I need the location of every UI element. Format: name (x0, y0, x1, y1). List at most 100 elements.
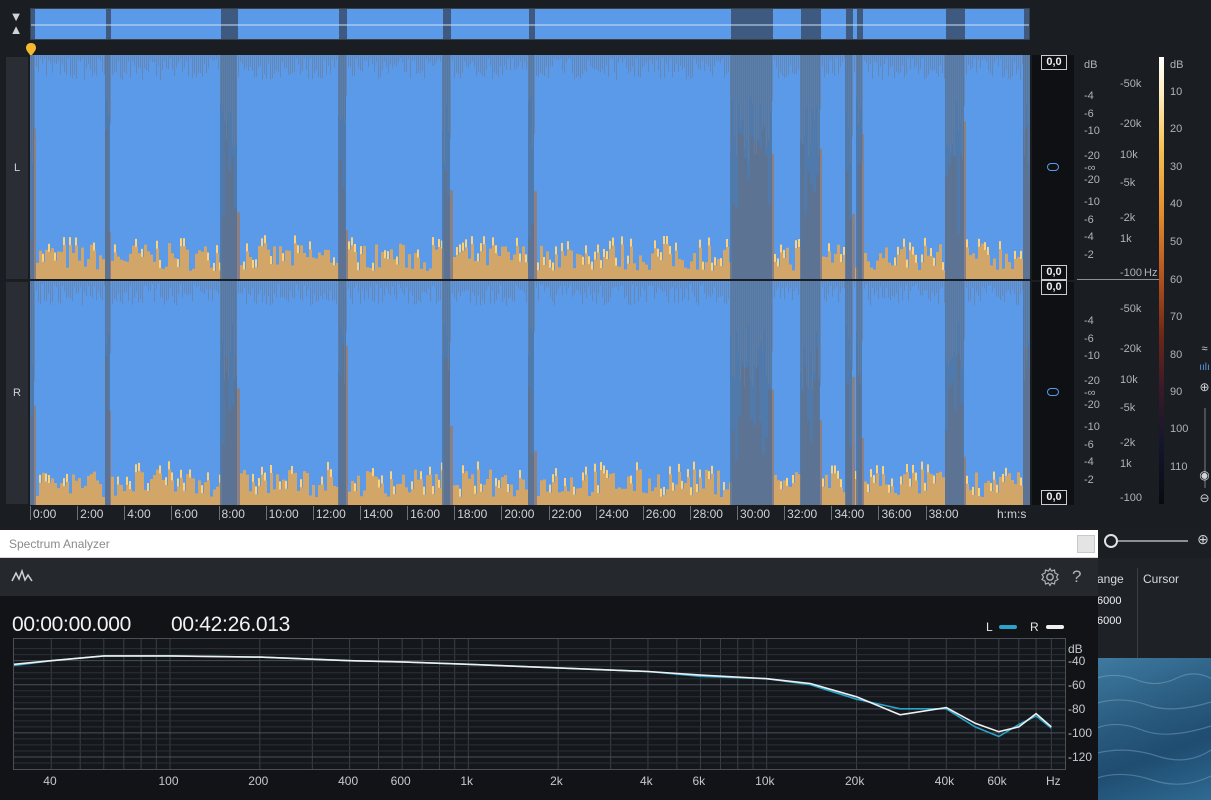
timeline-tick (784, 506, 786, 520)
amp-knob-right[interactable] (1047, 388, 1059, 396)
amp-badge: 0,0 (1041, 490, 1067, 505)
range-value: 6000 (1097, 595, 1122, 607)
db-tick-label: -100 (1068, 725, 1093, 740)
h-zoom-track[interactable] (1118, 540, 1188, 542)
timeline-tick (218, 506, 220, 520)
timeline-tick (642, 506, 644, 520)
zoom-fit-icon[interactable]: ≈ (1198, 343, 1211, 355)
timeline-label: 0:00 (33, 507, 57, 521)
timeline-tick (312, 506, 314, 520)
channel-divider (1077, 279, 1159, 280)
timeline-tick (77, 506, 79, 520)
range-value: 6000 (1097, 615, 1122, 627)
hz-tick-label: 60k (987, 774, 1007, 788)
spectrum-toolbar: ? (0, 558, 1098, 596)
timeline-tick (407, 506, 409, 520)
hz-tick-label: 200 (248, 774, 269, 788)
timeline-tick (737, 506, 739, 520)
timeline-label: 4:00 (127, 507, 151, 521)
timeline-label: 16:00 (410, 507, 441, 521)
timeline-ruler[interactable]: 0:00 2:00 4:00 6:00 8:00 10:00 12:00 14:00 16:00… (30, 506, 1030, 524)
zoom-in-icon[interactable]: ⊕ (1198, 380, 1211, 394)
channel-tab-left[interactable]: L (6, 57, 28, 279)
hz-tick-label: 4k (639, 774, 653, 788)
spectrogram-editor: ▼ ▲ L R 0,0 0,0 0,0 0,0 dB -4 -6 -10 -20 … (0, 0, 1211, 548)
amp-badge: 0,0 (1041, 55, 1067, 70)
timeline-tick (595, 506, 597, 520)
spectrogram-view[interactable] (30, 55, 1030, 505)
timeline-tick (925, 506, 927, 520)
overview-waveform (31, 9, 1029, 39)
hz-tick-label: 100 (158, 774, 179, 788)
colormap-bar (1159, 57, 1164, 504)
legend-label-l: L (986, 620, 993, 634)
timeline-label: 38:00 (928, 507, 959, 521)
waveform-overview[interactable] (30, 8, 1030, 40)
timeline-label: 32:00 (787, 507, 818, 521)
close-button[interactable] (1077, 535, 1095, 553)
amp-badge: 0,0 (1041, 265, 1067, 280)
timeline-label: 6:00 (174, 507, 198, 521)
legend-swatch-l (999, 625, 1017, 629)
timeline-tick (30, 506, 31, 520)
h-zoom-in-icon[interactable]: ⊕ (1195, 531, 1211, 548)
collapse-icon[interactable]: ▼ ▲ (6, 10, 26, 36)
hz-tick-label: 40 (43, 774, 57, 788)
timeline-label: 24:00 (598, 507, 629, 521)
timeline-label: 10:00 (268, 507, 299, 521)
timeline-label: 12:00 (315, 507, 346, 521)
amp-scale: dB -4 -6 -10 -20 -∞ -20 -10 -6 -4 -2 -4 … (1084, 59, 1100, 486)
timeline-unit: h:m:s (997, 507, 1027, 521)
range-header: ange (1097, 572, 1124, 586)
timeline-label: 2:00 (80, 507, 104, 521)
channel-tab-right[interactable]: R (6, 282, 28, 504)
timeline-label: 28:00 (692, 507, 723, 521)
timeline-tick (548, 506, 550, 520)
timeline-tick (878, 506, 880, 520)
hz-tick-label: 20k (844, 774, 865, 788)
start-time: 00:00:00.000 (12, 613, 132, 636)
cursor-header: Cursor (1143, 572, 1180, 586)
amp-knob-left[interactable] (1047, 163, 1059, 171)
timeline-label: 26:00 (645, 507, 676, 521)
hz-tick-label: 600 (390, 774, 411, 788)
h-zoom-knob[interactable] (1104, 534, 1118, 548)
timeline-label: 34:00 (834, 507, 865, 521)
db-tick-label: -80 (1068, 701, 1086, 716)
desktop-wallpaper (1097, 658, 1211, 800)
db-tick-label: -60 (1068, 677, 1086, 692)
hz-tick-label: 400 (338, 774, 359, 788)
waveform-icon[interactable] (11, 568, 33, 588)
legend-label-r: R (1030, 620, 1039, 634)
timeline-label: 8:00 (221, 507, 245, 521)
timeline-tick (359, 506, 361, 520)
hz-tick-label: 40k (934, 774, 955, 788)
zoom-slider-knob[interactable]: ◉ (1198, 468, 1211, 482)
waveform-spectrogram (30, 55, 1030, 505)
freq-scale: -50k -20k 10k -5k -2k 1k -100 Hz -50k -2… (1120, 78, 1158, 504)
timeline-label: 14:00 (362, 507, 393, 521)
hz-tick-label: 6k (692, 774, 706, 788)
timeline-tick (265, 506, 267, 520)
help-icon[interactable]: ? (1072, 567, 1081, 587)
db-tick-label: -120 (1068, 749, 1093, 764)
timeline-tick (501, 506, 503, 520)
timeline-label: 22:00 (551, 507, 582, 521)
timeline-tick (124, 506, 126, 520)
spectrum-plot[interactable] (13, 638, 1066, 770)
timeline-tick (689, 506, 691, 520)
timeline-label: 18:00 (457, 507, 488, 521)
spectrum-analyzer-titlebar[interactable]: Spectrum Analyzer (0, 530, 1098, 558)
colormap-scale: dB 10 20 30 40 50 60 70 80 90 100 110 (1170, 59, 1189, 473)
hz-tick-label: 2k (550, 774, 563, 788)
spectrum-body: 00:00:00.000 00:42:26.013 L R dB -40 -60-… (0, 596, 1098, 800)
hz-tick-label: 1k (460, 774, 474, 788)
timeline-tick (831, 506, 833, 520)
info-panel: ange Cursor 6000 6000 (1097, 558, 1211, 658)
gear-icon[interactable] (1040, 567, 1060, 592)
timeline-tick (454, 506, 456, 520)
amp-badge: 0,0 (1041, 280, 1067, 295)
end-time: 00:42:26.013 (171, 613, 291, 636)
zoom-out-icon[interactable]: ⊖ (1198, 491, 1211, 505)
spectrum-toggle-icon[interactable]: ıılı (1198, 362, 1211, 373)
